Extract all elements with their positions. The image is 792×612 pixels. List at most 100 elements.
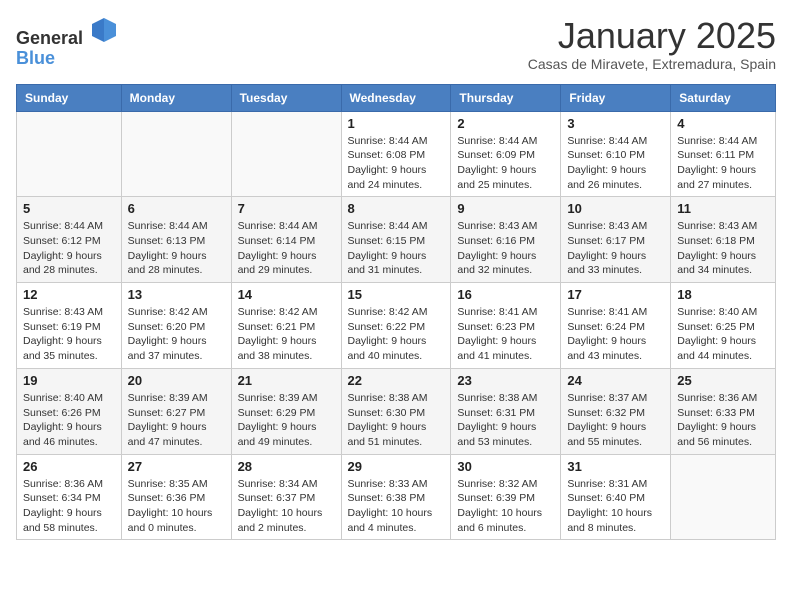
day-info: Sunrise: 8:42 AMSunset: 6:21 PMDaylight:… [238, 305, 335, 364]
day-number: 30 [457, 459, 554, 474]
day-info: Sunrise: 8:42 AMSunset: 6:22 PMDaylight:… [348, 305, 445, 364]
day-info: Sunrise: 8:41 AMSunset: 6:24 PMDaylight:… [567, 305, 664, 364]
logo-general: General [16, 28, 83, 48]
calendar-cell: 27 Sunrise: 8:35 AMSunset: 6:36 PMDayligh… [121, 454, 231, 540]
calendar-cell: 21 Sunrise: 8:39 AMSunset: 6:29 PMDayligh… [231, 368, 341, 454]
calendar-cell: 24 Sunrise: 8:37 AMSunset: 6:32 PMDayligh… [561, 368, 671, 454]
logo-top-line: General [16, 16, 118, 49]
logo: General Blue [16, 16, 118, 69]
day-number: 2 [457, 116, 554, 131]
calendar-cell: 7 Sunrise: 8:44 AMSunset: 6:14 PMDaylight… [231, 197, 341, 283]
header: General Blue January 2025 Casas de Mirav… [16, 16, 776, 72]
calendar-cell: 22 Sunrise: 8:38 AMSunset: 6:30 PMDayligh… [341, 368, 451, 454]
calendar-cell: 10 Sunrise: 8:43 AMSunset: 6:17 PMDayligh… [561, 197, 671, 283]
calendar-cell: 15 Sunrise: 8:42 AMSunset: 6:22 PMDayligh… [341, 283, 451, 369]
day-info: Sunrise: 8:44 AMSunset: 6:10 PMDaylight:… [567, 134, 664, 193]
day-number: 14 [238, 287, 335, 302]
day-number: 18 [677, 287, 769, 302]
day-number: 9 [457, 201, 554, 216]
calendar-cell: 6Sunrise: 8:44 AMSunset: 6:13 PMDaylight… [121, 197, 231, 283]
calendar-cell: 9 Sunrise: 8:43 AMSunset: 6:16 PMDaylight… [451, 197, 561, 283]
day-info: Sunrise: 8:34 AMSunset: 6:37 PMDaylight:… [238, 477, 335, 536]
calendar-cell [671, 454, 776, 540]
day-number: 22 [348, 373, 445, 388]
day-info: Sunrise: 8:44 AMSunset: 6:14 PMDaylight:… [238, 219, 335, 278]
day-info: Sunrise: 8:36 AMSunset: 6:33 PMDaylight:… [677, 391, 769, 450]
calendar-cell: 31 Sunrise: 8:31 AMSunset: 6:40 PMDayligh… [561, 454, 671, 540]
calendar-cell: 3 Sunrise: 8:44 AMSunset: 6:10 PMDaylight… [561, 111, 671, 197]
calendar-cell: 18 Sunrise: 8:40 AMSunset: 6:25 PMDayligh… [671, 283, 776, 369]
day-info: Sunrise: 8:40 AMSunset: 6:26 PMDaylight:… [23, 391, 115, 450]
weekday-header-monday: Monday [121, 84, 231, 111]
day-info: Sunrise: 8:37 AMSunset: 6:32 PMDaylight:… [567, 391, 664, 450]
day-number: 24 [567, 373, 664, 388]
day-number: 20 [128, 373, 225, 388]
day-number: 26 [23, 459, 115, 474]
day-info: Sunrise: 8:41 AMSunset: 6:23 PMDaylight:… [457, 305, 554, 364]
week-row-4: 19 Sunrise: 8:40 AMSunset: 6:26 PMDayligh… [17, 368, 776, 454]
day-number: 28 [238, 459, 335, 474]
day-number: 13 [128, 287, 225, 302]
calendar-cell: 8 Sunrise: 8:44 AMSunset: 6:15 PMDaylight… [341, 197, 451, 283]
day-number: 17 [567, 287, 664, 302]
calendar-cell: 28 Sunrise: 8:34 AMSunset: 6:37 PMDayligh… [231, 454, 341, 540]
weekday-header-friday: Friday [561, 84, 671, 111]
weekday-header-tuesday: Tuesday [231, 84, 341, 111]
day-number: 21 [238, 373, 335, 388]
day-info: Sunrise: 8:43 AMSunset: 6:17 PMDaylight:… [567, 219, 664, 278]
calendar-cell: 26 Sunrise: 8:36 AMSunset: 6:34 PMDayligh… [17, 454, 122, 540]
day-info: Sunrise: 8:39 AMSunset: 6:29 PMDaylight:… [238, 391, 335, 450]
month-title: January 2025 [528, 16, 776, 56]
day-number: 16 [457, 287, 554, 302]
weekday-header-saturday: Saturday [671, 84, 776, 111]
day-info: Sunrise: 8:36 AMSunset: 6:34 PMDaylight:… [23, 477, 115, 536]
calendar-cell [17, 111, 122, 197]
calendar-cell: 1 Sunrise: 8:44 AMSunset: 6:08 PMDaylight… [341, 111, 451, 197]
calendar-cell: 17 Sunrise: 8:41 AMSunset: 6:24 PMDayligh… [561, 283, 671, 369]
day-info: Sunrise: 8:33 AMSunset: 6:38 PMDaylight:… [348, 477, 445, 536]
day-info: Sunrise: 8:40 AMSunset: 6:25 PMDaylight:… [677, 305, 769, 364]
day-number: 27 [128, 459, 225, 474]
weekday-header-sunday: Sunday [17, 84, 122, 111]
day-info: Sunrise: 8:32 AMSunset: 6:39 PMDaylight:… [457, 477, 554, 536]
logo-flag-icon [90, 16, 118, 44]
day-info: Sunrise: 8:38 AMSunset: 6:30 PMDaylight:… [348, 391, 445, 450]
week-row-3: 12Sunrise: 8:43 AMSunset: 6:19 PMDayligh… [17, 283, 776, 369]
calendar-cell: 20 Sunrise: 8:39 AMSunset: 6:27 PMDayligh… [121, 368, 231, 454]
day-number: 19 [23, 373, 115, 388]
title-area: January 2025 Casas de Miravete, Extremad… [528, 16, 776, 72]
day-number: 31 [567, 459, 664, 474]
calendar-cell: 11Sunrise: 8:43 AMSunset: 6:18 PMDayligh… [671, 197, 776, 283]
day-info: Sunrise: 8:44 AMSunset: 6:15 PMDaylight:… [348, 219, 445, 278]
day-number: 7 [238, 201, 335, 216]
day-info: Sunrise: 8:43 AMSunset: 6:16 PMDaylight:… [457, 219, 554, 278]
calendar-cell: 25Sunrise: 8:36 AMSunset: 6:33 PMDayligh… [671, 368, 776, 454]
day-info: Sunrise: 8:31 AMSunset: 6:40 PMDaylight:… [567, 477, 664, 536]
day-info: Sunrise: 8:43 AMSunset: 6:18 PMDaylight:… [677, 219, 769, 278]
day-info: Sunrise: 8:43 AMSunset: 6:19 PMDaylight:… [23, 305, 115, 364]
calendar-cell: 12Sunrise: 8:43 AMSunset: 6:19 PMDayligh… [17, 283, 122, 369]
day-number: 6 [128, 201, 225, 216]
day-number: 4 [677, 116, 769, 131]
calendar-cell: 14 Sunrise: 8:42 AMSunset: 6:21 PMDayligh… [231, 283, 341, 369]
day-info: Sunrise: 8:44 AMSunset: 6:11 PMDaylight:… [677, 134, 769, 193]
weekday-header-row: SundayMondayTuesdayWednesdayThursdayFrid… [17, 84, 776, 111]
day-info: Sunrise: 8:44 AMSunset: 6:08 PMDaylight:… [348, 134, 445, 193]
day-info: Sunrise: 8:35 AMSunset: 6:36 PMDaylight:… [128, 477, 225, 536]
day-number: 1 [348, 116, 445, 131]
day-number: 29 [348, 459, 445, 474]
calendar-cell: 30 Sunrise: 8:32 AMSunset: 6:39 PMDayligh… [451, 454, 561, 540]
location-subtitle: Casas de Miravete, Extremadura, Spain [528, 56, 776, 72]
day-number: 23 [457, 373, 554, 388]
calendar-cell: 13 Sunrise: 8:42 AMSunset: 6:20 PMDayligh… [121, 283, 231, 369]
day-number: 5 [23, 201, 115, 216]
day-info: Sunrise: 8:42 AMSunset: 6:20 PMDaylight:… [128, 305, 225, 364]
week-row-1: 1 Sunrise: 8:44 AMSunset: 6:08 PMDaylight… [17, 111, 776, 197]
day-number: 8 [348, 201, 445, 216]
day-number: 15 [348, 287, 445, 302]
day-info: Sunrise: 8:44 AMSunset: 6:12 PMDaylight:… [23, 219, 115, 278]
day-number: 3 [567, 116, 664, 131]
week-row-5: 26 Sunrise: 8:36 AMSunset: 6:34 PMDayligh… [17, 454, 776, 540]
day-info: Sunrise: 8:39 AMSunset: 6:27 PMDaylight:… [128, 391, 225, 450]
day-number: 10 [567, 201, 664, 216]
